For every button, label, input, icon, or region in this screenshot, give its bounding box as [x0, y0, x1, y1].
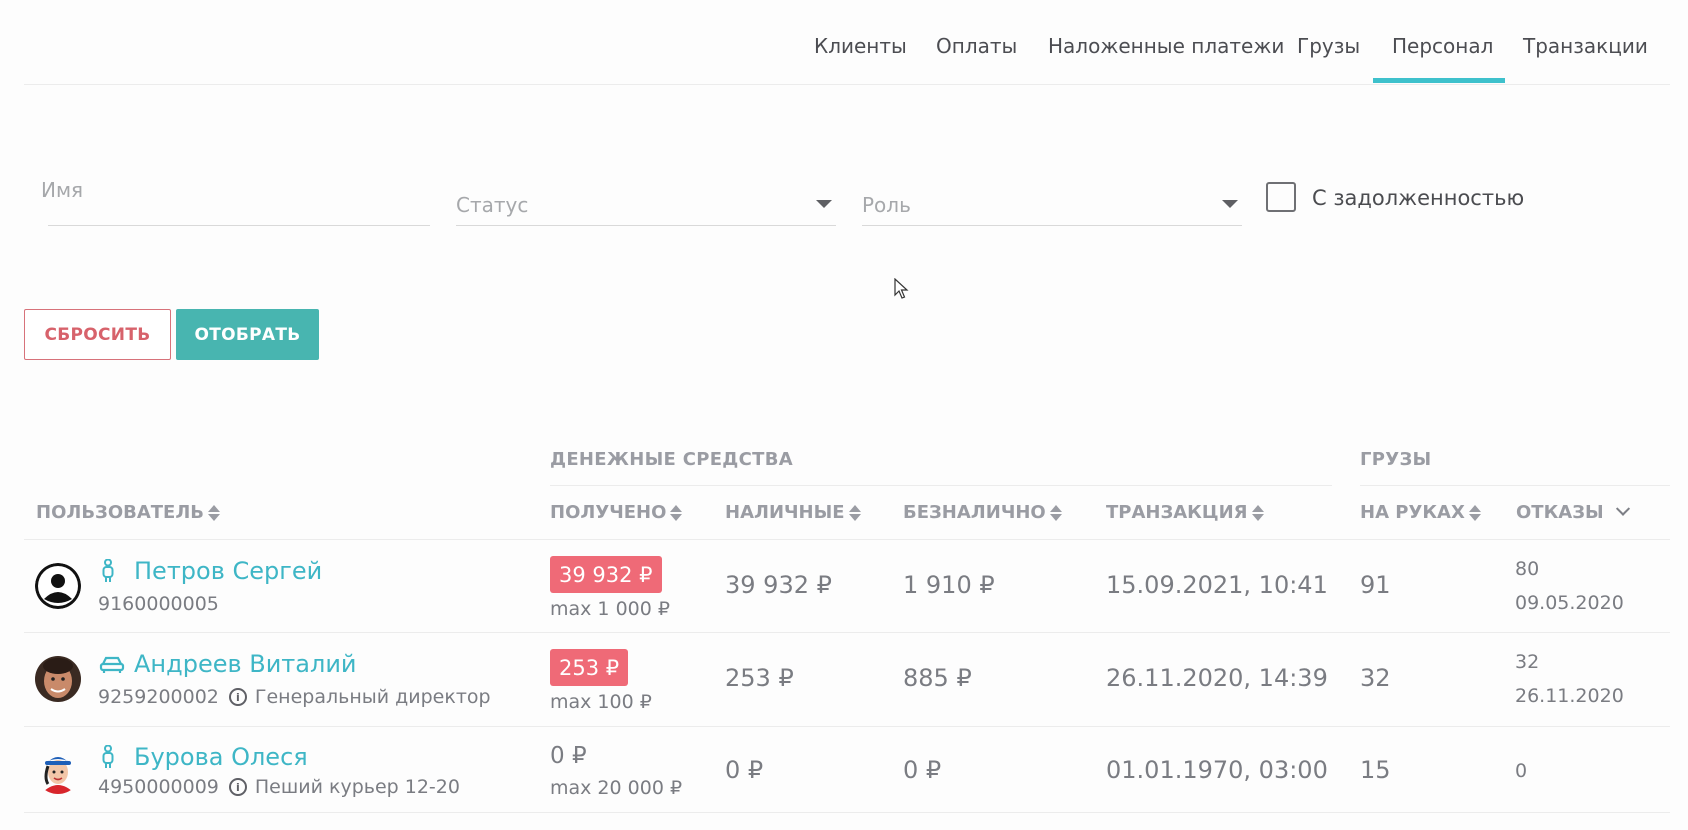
table-row[interactable]: Андреев Виталий 9259200002 i Генеральный… [0, 633, 1688, 726]
transaction-date: 26.11.2020, 14:39 [1106, 664, 1328, 692]
table-row[interactable]: Петров Сергей 9160000005 39 932 ₽ max 1 … [0, 540, 1688, 632]
tab-clients[interactable]: Клиенты [814, 34, 907, 58]
column-header-cash[interactable]: НАЛИЧНЫЕ [725, 502, 861, 523]
cashless-value: 0 ₽ [903, 756, 942, 784]
info-icon[interactable]: i [228, 778, 247, 796]
tab-cod-payments[interactable]: Наложенные платежи [1048, 34, 1284, 58]
name-placeholder: Имя [41, 178, 84, 202]
group-header-cargo: ГРУЗЫ [1360, 449, 1432, 470]
user-phone-and-position: 9259200002 i Генеральный директор [98, 686, 491, 708]
cash-value: 0 ₽ [725, 756, 764, 784]
column-header-label: ПОЛУЧЕНО [550, 502, 667, 523]
status-placeholder: Статус [456, 193, 529, 217]
user-phone: 9160000005 [98, 593, 219, 615]
transaction-date: 01.01.1970, 03:00 [1106, 756, 1328, 784]
column-header-label: БЕЗНАЛИЧНО [903, 502, 1046, 523]
apply-button[interactable]: ОТОБРАТЬ [176, 309, 319, 360]
refusals-date: 09.05.2020 [1515, 592, 1624, 614]
sort-icon [1468, 504, 1481, 521]
tab-payments[interactable]: Оплаты [936, 34, 1017, 58]
sort-icon [1251, 504, 1264, 521]
cash-value: 253 ₽ [725, 664, 794, 692]
on-hands-value: 91 [1360, 571, 1391, 599]
received-over-limit-badge: 39 932 ₽ [550, 556, 662, 593]
column-header-received[interactable]: ПОЛУЧЕНО [550, 502, 683, 523]
person-walking-icon [102, 745, 114, 768]
debt-checkbox-label[interactable]: С задолженностью [1312, 186, 1524, 210]
position-text: Генеральный директор [254, 686, 491, 708]
user-name-link[interactable]: Андреев Виталий [134, 650, 357, 678]
group-divider [550, 485, 1332, 486]
avatar [35, 563, 81, 609]
user-phone-and-position: 4950000009 i Пеший курьер 12-20 [98, 776, 460, 798]
on-hands-value: 15 [1360, 756, 1391, 784]
chevron-down-icon [1222, 200, 1238, 208]
received-limit: max 20 000 ₽ [550, 777, 683, 799]
reset-button[interactable]: СБРОСИТЬ [24, 309, 171, 360]
tab-transactions[interactable]: Транзакции [1523, 34, 1648, 58]
column-header-on-hands[interactable]: НА РУКАХ [1360, 502, 1481, 523]
refusals-count: 80 [1515, 558, 1540, 580]
sort-icon [848, 504, 861, 521]
on-hands-value: 32 [1360, 664, 1391, 692]
debt-checkbox[interactable] [1266, 182, 1296, 212]
refusals-count: 0 [1515, 760, 1528, 782]
person-walking-icon [102, 559, 114, 582]
role-placeholder: Роль [862, 193, 911, 217]
column-header-cashless[interactable]: БЕЗНАЛИЧНО [903, 502, 1062, 523]
car-icon [99, 656, 125, 673]
group-divider [1360, 485, 1670, 486]
table-row[interactable]: Бурова Олеся 4950000009 i Пеший курьер 1… [0, 727, 1688, 813]
tab-cargo[interactable]: Грузы [1297, 34, 1360, 58]
received-value: 0 ₽ [550, 743, 587, 769]
refusals-count: 32 [1515, 651, 1540, 673]
position-text: Пеший курьер 12-20 [254, 776, 460, 798]
user-name-link[interactable]: Петров Сергей [134, 557, 322, 585]
column-header-label: ТРАНЗАКЦИЯ [1106, 502, 1248, 523]
chevron-down-icon [1615, 501, 1630, 516]
phone-text: 4950000009 [98, 776, 219, 798]
transaction-date: 15.09.2021, 10:41 [1106, 571, 1328, 599]
info-icon[interactable]: i [228, 688, 247, 706]
active-tab-indicator [1373, 78, 1505, 83]
sort-icon [208, 504, 221, 521]
sort-icon [1049, 504, 1062, 521]
name-filter-input[interactable]: Имя [41, 178, 430, 226]
column-header-user[interactable]: ПОЛЬЗОВАТЕЛЬ [36, 502, 221, 523]
received-limit: max 100 ₽ [550, 691, 652, 713]
role-select[interactable]: Роль [862, 183, 1242, 226]
received-limit: max 1 000 ₽ [550, 598, 670, 620]
phone-text: 9259200002 [98, 686, 219, 708]
column-header-label: НАЛИЧНЫЕ [725, 502, 845, 523]
column-header-refusals[interactable]: ОТКАЗЫ [1516, 501, 1630, 523]
cash-value: 39 932 ₽ [725, 571, 832, 599]
avatar [35, 748, 81, 794]
mouse-cursor-icon [894, 278, 909, 299]
column-header-label: ОТКАЗЫ [1516, 502, 1604, 523]
column-header-label: НА РУКАХ [1360, 502, 1465, 523]
refusals-date: 26.11.2020 [1515, 685, 1624, 707]
column-header-label: ПОЛЬЗОВАТЕЛЬ [36, 502, 205, 523]
cashless-value: 1 910 ₽ [903, 571, 995, 599]
avatar [35, 656, 81, 702]
column-header-transaction[interactable]: ТРАНЗАКЦИЯ [1106, 502, 1264, 523]
group-header-money: ДЕНЕЖНЫЕ СРЕДСТВА [550, 449, 793, 470]
phone-text: 9160000005 [98, 593, 219, 615]
sort-icon [670, 504, 683, 521]
received-over-limit-badge: 253 ₽ [550, 649, 629, 686]
tab-staff[interactable]: Персонал [1392, 34, 1493, 58]
chevron-down-icon [816, 200, 832, 208]
user-name-link[interactable]: Бурова Олеся [134, 743, 308, 771]
status-select[interactable]: Статус [456, 183, 836, 226]
cashless-value: 885 ₽ [903, 664, 972, 692]
